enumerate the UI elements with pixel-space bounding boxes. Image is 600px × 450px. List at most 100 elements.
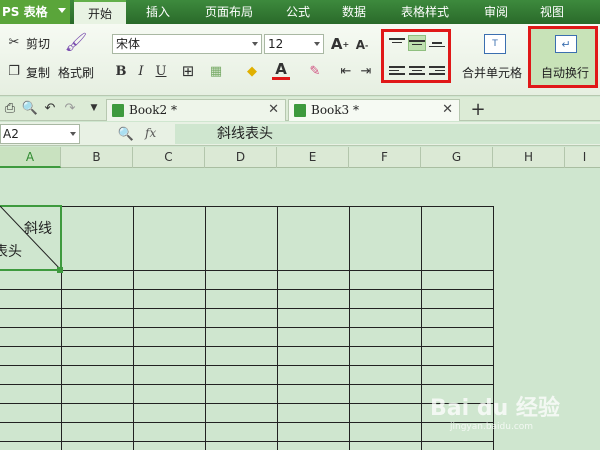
underline-button[interactable]: U bbox=[153, 62, 169, 80]
column-header-a[interactable]: A bbox=[0, 147, 61, 168]
clear-format-icon[interactable]: ✎ bbox=[304, 62, 326, 80]
font-name-select[interactable]: 宋体 bbox=[112, 34, 262, 54]
column-header-i[interactable]: I bbox=[565, 147, 600, 168]
name-box-value: A2 bbox=[3, 127, 19, 141]
spreadsheet-icon bbox=[294, 104, 306, 117]
increase-indent-icon[interactable]: ⇥ bbox=[358, 62, 374, 80]
align-top-icon[interactable] bbox=[389, 36, 405, 50]
grid-line bbox=[0, 206, 493, 207]
column-header-h[interactable]: H bbox=[493, 147, 565, 168]
merge-cells-icon[interactable]: T bbox=[484, 34, 506, 54]
app-brand-button[interactable]: PS 表格 bbox=[0, 0, 70, 24]
tab-page-layout[interactable]: 页面布局 bbox=[194, 0, 264, 24]
undo-icon[interactable]: ↶ bbox=[42, 100, 58, 116]
tab-table-style[interactable]: 表格样式 bbox=[388, 0, 462, 24]
grid-line bbox=[0, 365, 493, 366]
grid-line bbox=[349, 206, 350, 450]
wrap-text-icon: ↵ bbox=[555, 35, 577, 53]
grid-line bbox=[277, 206, 278, 450]
column-header-g[interactable]: G bbox=[421, 147, 493, 168]
chevron-down-icon bbox=[252, 42, 258, 46]
chevron-down-icon bbox=[70, 132, 76, 136]
column-header-f[interactable]: F bbox=[349, 147, 421, 168]
font-color-icon[interactable]: A bbox=[272, 60, 290, 80]
doc-tab-book2[interactable]: Book2 * ✕ bbox=[106, 99, 286, 121]
baidu-watermark: Bai du 经验 jingyan.baidu.com bbox=[430, 390, 600, 446]
tab-review[interactable]: 审阅 bbox=[474, 0, 518, 24]
bold-button[interactable]: B bbox=[113, 62, 129, 80]
insert-function-button[interactable]: fx bbox=[145, 126, 156, 140]
wrap-text-label: 自动换行 bbox=[541, 66, 590, 80]
font-size-decrease-icon[interactable]: A- bbox=[352, 36, 372, 54]
tab-formulas[interactable]: 公式 bbox=[276, 0, 320, 24]
scissors-icon[interactable]: ✂ bbox=[6, 34, 22, 50]
diagonal-line bbox=[0, 206, 62, 271]
doc-tab-book3[interactable]: Book3 * ✕ bbox=[288, 99, 460, 121]
copy-button[interactable]: 复制 bbox=[26, 64, 50, 81]
watermark-url: jingyan.baidu.com bbox=[450, 422, 534, 432]
align-middle-icon[interactable] bbox=[408, 35, 426, 51]
doc-tab-label: Book3 * bbox=[311, 103, 359, 117]
font-size-select[interactable]: 12 bbox=[264, 34, 324, 54]
italic-button[interactable]: I bbox=[133, 62, 149, 80]
tab-data[interactable]: 数据 bbox=[332, 0, 376, 24]
tab-view[interactable]: 视图 bbox=[530, 0, 574, 24]
chevron-down-icon bbox=[314, 42, 320, 46]
grid-line bbox=[133, 206, 134, 450]
merge-cells-button[interactable]: 合并单元格 bbox=[462, 64, 522, 81]
column-header-c[interactable]: C bbox=[133, 147, 205, 168]
watermark-brand: Bai du 经验 bbox=[430, 396, 560, 421]
doc-tab-label: Book2 * bbox=[129, 103, 177, 117]
column-headers: A B C D E F G H I bbox=[0, 147, 600, 168]
chevron-down-icon bbox=[58, 8, 66, 13]
grid-line bbox=[0, 270, 493, 271]
column-header-e[interactable]: E bbox=[277, 147, 349, 168]
print-icon[interactable]: ⎙ bbox=[2, 100, 18, 116]
fill-color-icon[interactable]: ◆ bbox=[241, 62, 263, 80]
column-header-d[interactable]: D bbox=[205, 147, 277, 168]
align-left-icon[interactable] bbox=[389, 64, 405, 78]
formula-input[interactable]: 斜线表头 bbox=[175, 124, 600, 144]
close-icon[interactable]: ✕ bbox=[442, 100, 453, 120]
decrease-indent-icon[interactable]: ⇤ bbox=[338, 62, 354, 80]
formula-bar: A2 🔍 fx 斜线表头 bbox=[0, 122, 600, 146]
app-brand-label: PS 表格 bbox=[2, 5, 48, 19]
spreadsheet-icon bbox=[112, 104, 124, 117]
grid-line bbox=[0, 403, 493, 404]
copy-icon[interactable]: ❐ bbox=[6, 63, 22, 79]
menu-bar: PS 表格 开始 插入 页面布局 公式 数据 表格样式 审阅 视图 bbox=[0, 0, 600, 24]
align-center-icon[interactable] bbox=[409, 64, 425, 78]
column-header-b[interactable]: B bbox=[61, 147, 133, 168]
format-painter-button[interactable]: 格式刷 bbox=[58, 64, 94, 81]
align-right-icon[interactable] bbox=[429, 64, 445, 78]
align-bottom-icon[interactable] bbox=[429, 36, 445, 50]
grid-line bbox=[0, 422, 493, 423]
format-painter-icon[interactable]: 🖌 bbox=[64, 30, 88, 54]
header-top-right-text: 斜线 bbox=[24, 221, 52, 237]
header-bottom-left-text: 表头 bbox=[0, 244, 22, 260]
fill-handle[interactable] bbox=[57, 267, 63, 273]
font-name-value: 宋体 bbox=[116, 37, 141, 51]
grid-line bbox=[0, 289, 493, 290]
tab-insert[interactable]: 插入 bbox=[134, 0, 182, 24]
customize-toolbar-icon[interactable]: ▼ bbox=[88, 100, 100, 116]
new-tab-icon[interactable]: + bbox=[468, 99, 488, 120]
grid-line bbox=[0, 327, 493, 328]
cut-button[interactable]: 剪切 bbox=[26, 35, 50, 52]
close-icon[interactable]: ✕ bbox=[268, 100, 279, 120]
grid-line bbox=[205, 206, 206, 450]
print-preview-icon[interactable]: 🔍 bbox=[22, 100, 38, 116]
grid-line bbox=[421, 206, 422, 450]
redo-icon[interactable]: ↷ bbox=[62, 100, 78, 116]
name-box[interactable]: A2 bbox=[0, 124, 80, 144]
cell-style-icon[interactable]: ▦ bbox=[205, 62, 227, 80]
grid-line bbox=[0, 308, 493, 309]
border-icon[interactable]: ⊞ bbox=[177, 62, 199, 80]
tab-home[interactable]: 开始 bbox=[74, 0, 126, 24]
ribbon-toolbar: ✂ 剪切 ❐ 复制 🖌 格式刷 宋体 12 A + A- B I U ⊞ ▦ ◆ … bbox=[0, 24, 600, 96]
grid-line bbox=[0, 346, 493, 347]
font-size-value: 12 bbox=[268, 37, 284, 51]
zoom-icon[interactable]: 🔍 bbox=[118, 126, 134, 142]
grid-line bbox=[0, 441, 493, 442]
font-size-increase-icon[interactable]: A + bbox=[330, 34, 350, 54]
